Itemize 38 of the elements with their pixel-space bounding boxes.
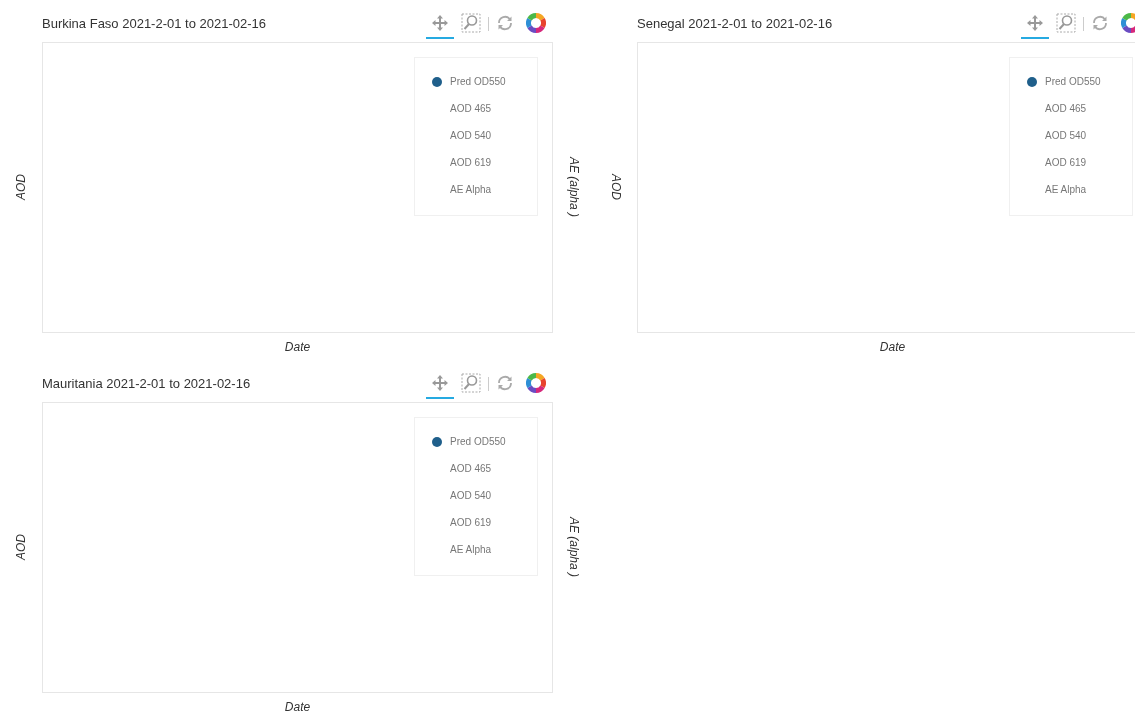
legend-item[interactable]: AE Alpha: [1045, 182, 1087, 197]
x-axis-label: Date: [879, 338, 906, 356]
color-wheel-icon: [526, 13, 546, 33]
chart-title: Mauritania 2021-2-01 to 2021-02-16: [42, 375, 251, 394]
pan-icon: [431, 14, 449, 32]
box-zoom-icon: [1056, 13, 1076, 33]
color-wheel-icon: [526, 373, 546, 393]
pan-icon: [431, 374, 449, 392]
legend-item[interactable]: Pred OD550: [450, 434, 506, 449]
legend-item[interactable]: AOD 465: [1045, 101, 1087, 116]
y-axis-label: AOD: [608, 174, 624, 201]
legend-item[interactable]: AOD 619: [450, 155, 492, 170]
legend-item[interactable]: AOD 540: [450, 488, 492, 503]
chart-title: Senegal 2021-2-01 to 2021-02-16: [637, 15, 833, 34]
reset-icon: [496, 374, 514, 392]
legend-item[interactable]: AOD 465: [450, 461, 492, 476]
legend-item[interactable]: Pred OD550: [1045, 74, 1101, 89]
secondary-y-axis-label: AE (alpha ): [566, 157, 582, 218]
legend-item[interactable]: AE Alpha: [450, 182, 492, 197]
y-axis-label: AOD: [13, 534, 29, 561]
legend-item[interactable]: AOD 540: [450, 128, 492, 143]
legend-item[interactable]: AOD 540: [1045, 128, 1087, 143]
legend-item[interactable]: AOD 619: [450, 515, 492, 530]
chart-title: Burkina Faso 2021-2-01 to 2021-02-16: [42, 15, 267, 34]
y-axis-label: AOD: [13, 174, 29, 201]
box-zoom-icon: [461, 13, 481, 33]
x-axis-label: Date: [284, 338, 311, 356]
legend-item[interactable]: AOD 465: [450, 101, 492, 116]
legend-item[interactable]: AOD 619: [1045, 155, 1087, 170]
box-zoom-icon: [461, 373, 481, 393]
pan-icon: [1026, 14, 1044, 32]
reset-icon: [1091, 14, 1109, 32]
legend-item[interactable]: Pred OD550: [450, 74, 506, 89]
secondary-y-axis-label: AE (alpha ): [566, 517, 582, 578]
legend-item[interactable]: AE Alpha: [450, 542, 492, 557]
reset-icon: [496, 14, 514, 32]
x-axis-label: Date: [284, 698, 311, 716]
color-wheel-icon: [1121, 13, 1135, 33]
